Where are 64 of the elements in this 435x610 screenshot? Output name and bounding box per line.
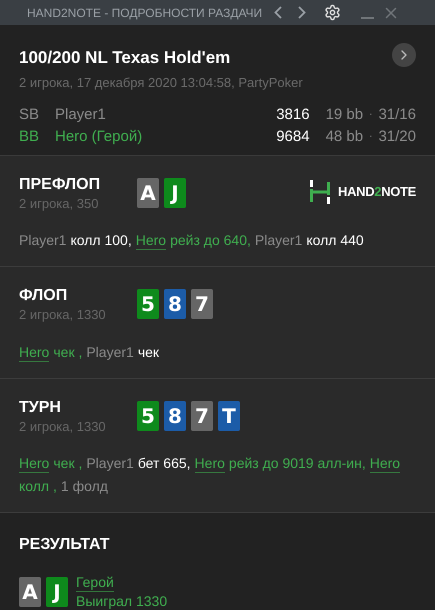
street-info: 2 игрока, 350 [19,194,100,213]
street-info: 2 игрока, 1330 [19,418,107,436]
player-link[interactable]: Hero [19,454,50,473]
chevron-left-icon [274,6,282,20]
player-stats: 31/20 [378,126,416,147]
action-text: чек , [53,454,82,473]
player-link[interactable]: Hero [136,231,166,250]
forward-button[interactable] [298,6,306,20]
playing-card: A [137,178,159,208]
street-title: ПРЕФЛОП [19,176,102,194]
minimize-icon [361,16,374,19]
back-button[interactable] [274,6,282,20]
stack-chips: 9684 [276,126,310,148]
playing-card: J [46,576,68,606]
playing-card: J [164,178,186,208]
action-text: колл 440 [306,231,364,250]
action-text: чек , [53,342,82,362]
next-button[interactable] [392,43,416,68]
separator-dot: · [369,108,372,122]
window-title: HAND2NOTE - ПОДРОБНОСТИ РАЗДАЧИ [27,4,262,22]
street-title: ФЛОП [19,287,68,305]
action-text: колл , [19,477,57,496]
street-info: 2 игрока, 1330 [19,306,107,324]
position-label: SB [19,104,40,125]
stack-chips: 3816 [276,104,310,126]
player-stats: 31/16 [378,104,416,125]
player-link[interactable]: Hero (Герой) [55,126,142,148]
winner-link[interactable]: Герой [76,573,114,592]
player-name: Player1 [55,104,106,125]
chevron-right-icon [298,6,306,20]
player-name: Player1 [86,342,134,362]
playing-card: A [19,576,41,606]
player-link[interactable]: Hero [370,454,400,473]
player-link[interactable]: Hero [194,454,225,473]
playing-card: T [218,400,240,430]
logo-text: HAND2NOTE [338,182,416,201]
gear-icon [324,4,342,22]
action-text: бет 665, [138,454,191,473]
logo-icon [310,180,330,204]
result-title: РЕЗУЛЬТАТ [19,536,110,553]
playing-card: 5 [137,400,159,430]
street-title: ТУРН [19,398,62,416]
action-text: 1 фолд [60,477,108,496]
player-name: Player1 [254,231,302,250]
stack-bb: 19 bb [326,104,364,125]
position-label: BB [19,126,40,147]
playing-card: 8 [164,289,186,319]
stack-bb: 48 bb [326,126,364,147]
action-text: колл 100, [70,231,132,250]
playing-card: 8 [164,400,186,430]
settings-button[interactable] [324,4,342,22]
game-title: 100/200 NL Texas Hold'em [19,47,232,70]
action-text: рейз до 9019 алл-ин, [228,454,366,473]
hand-info: 2 игрока, 17 декабря 2020 13:04:58, PartyPoker [19,74,303,92]
action-text: рейз до 640, [170,231,251,250]
player-name: Player1 [19,231,66,250]
playing-card: 7 [191,289,213,319]
separator-dot: · [369,130,372,144]
action-text: чек [138,342,160,362]
player-name: Player1 [86,454,134,473]
playing-card: 7 [191,400,213,430]
outcome-text: Выиграл 1330 [76,592,168,610]
player-link[interactable]: Hero [19,342,50,362]
playing-card: 5 [137,289,159,319]
